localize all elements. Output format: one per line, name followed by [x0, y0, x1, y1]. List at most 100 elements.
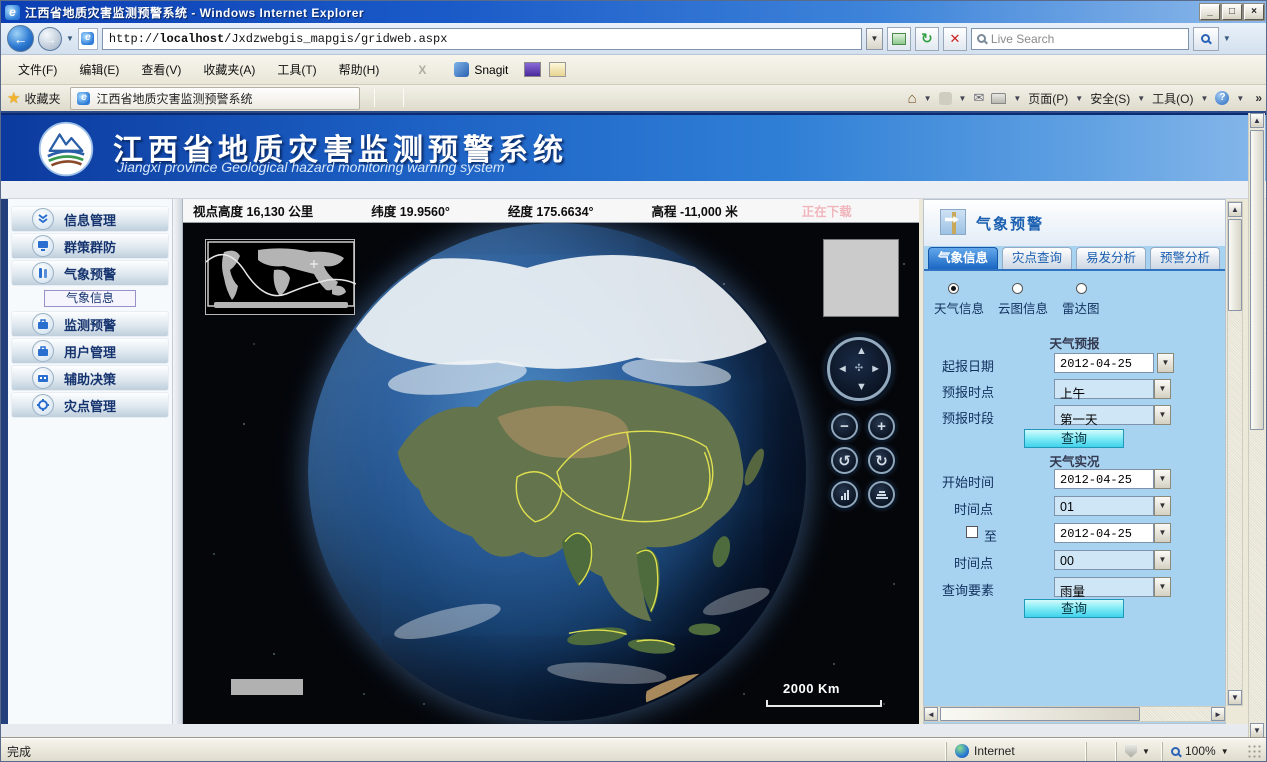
menu-tools[interactable]: 工具(T)	[266, 57, 327, 82]
forecast-period-select[interactable]: 第一天▼	[1054, 405, 1171, 425]
sidebar-item-monitor-warning[interactable]: 监测预警	[11, 311, 169, 337]
forecast-period-label: 预报时段	[942, 408, 994, 427]
sidebar: 信息管理 群策群防 气象预警 气象信息 监测预警 用户管理 辅助决策 灾点管理	[8, 199, 173, 724]
zoom-control[interactable]: 100% ▼	[1162, 742, 1244, 761]
help-icon[interactable]: ?	[1215, 91, 1229, 105]
maximize-button[interactable]: □	[1222, 4, 1242, 20]
panel-vertical-scrollbar[interactable]: ▲ ▼	[1227, 201, 1243, 706]
print-icon[interactable]	[991, 93, 1006, 104]
sidebar-item-weather-warning[interactable]: 气象预警	[11, 260, 169, 286]
mail-icon[interactable]: ✉	[973, 90, 984, 106]
pan-control[interactable]: ▲ ▼ ◄ ► ✣	[827, 337, 891, 401]
protection-button[interactable]: ▼	[1116, 742, 1162, 761]
snagit-profile-icon[interactable]	[549, 62, 566, 77]
sidebar-item-decision-support[interactable]: 辅助决策	[11, 365, 169, 391]
radio-icon[interactable]	[1012, 283, 1023, 294]
stop-button[interactable]: ✕	[943, 27, 967, 51]
radio-radar-map[interactable]: 雷达图	[1062, 283, 1100, 317]
globe-map-view[interactable]: ▲ ▼ ◄ ► ✣ − + ↺ ↻ 2000 Km	[183, 223, 919, 724]
close-button[interactable]: ×	[1244, 4, 1264, 20]
earth-globe[interactable]	[308, 223, 806, 721]
zone-label: Internet	[974, 744, 1015, 758]
latitude-label: 纬度	[371, 205, 396, 219]
search-options-dropdown-icon[interactable]: ▼	[1223, 34, 1231, 43]
zoom-out-button[interactable]: −	[831, 413, 858, 440]
favorites-star-icon[interactable]: ★	[7, 89, 20, 107]
rotate-ccw-button[interactable]: ↺	[831, 447, 858, 474]
longitude-value: 175.6634°	[536, 205, 593, 219]
forecast-date-select[interactable]: 2012-04-25▼	[1054, 353, 1174, 373]
compatibility-button[interactable]	[887, 27, 911, 51]
snagit-capture-icon[interactable]	[524, 62, 541, 77]
scrollbar-thumb	[1228, 219, 1242, 311]
radio-cloud-image[interactable]: 云图信息	[998, 283, 1048, 317]
zoom-in-button[interactable]: +	[868, 413, 895, 440]
rotate-cw-button[interactable]: ↻	[868, 447, 895, 474]
pan-left-icon[interactable]: ◄	[837, 364, 848, 374]
viewpoint-label: 视点高度	[193, 205, 243, 219]
sidebar-item-group-prevention[interactable]: 群策群防	[11, 233, 169, 259]
forward-button[interactable]: →	[38, 27, 62, 51]
more-commands-icon[interactable]: »	[1255, 91, 1262, 105]
minimize-button[interactable]: _	[1200, 4, 1220, 20]
search-input[interactable]: Live Search	[971, 28, 1189, 50]
pan-up-icon[interactable]: ▲	[856, 346, 867, 356]
actual-start-select[interactable]: 2012-04-25▼	[1054, 469, 1171, 489]
feed-icon[interactable]	[939, 92, 952, 105]
menu-edit[interactable]: 编辑(E)	[68, 57, 130, 82]
history-dropdown-icon[interactable]: ▼	[66, 34, 74, 43]
tab-susceptibility-analysis[interactable]: 易发分析	[1076, 247, 1146, 269]
radio-icon[interactable]	[1076, 283, 1087, 294]
sidebar-item-disaster-points[interactable]: 灾点管理	[11, 392, 169, 418]
browser-window: e 江西省地质灾害监测预警系统 - Windows Internet Explo…	[0, 0, 1267, 762]
refresh-button[interactable]: ↻	[915, 27, 939, 51]
page-menu-button[interactable]: 页面(P)	[1028, 90, 1068, 107]
actual-section-title: 天气实况	[924, 451, 1225, 470]
scroll-down-icon: ▼	[1228, 690, 1242, 705]
forecast-time-select[interactable]: 上午▼	[1054, 379, 1171, 399]
pan-down-icon[interactable]: ▼	[856, 382, 867, 392]
sidebar-item-info-management[interactable]: 信息管理	[11, 206, 169, 232]
back-button[interactable]: ←	[7, 25, 34, 52]
panel-horizontal-scrollbar[interactable]: ◄ ►	[923, 706, 1226, 722]
page-tab[interactable]: e 江西省地质灾害监测预警系统	[70, 87, 360, 110]
elevation-value: -11,000 米	[680, 205, 738, 219]
forecast-query-button[interactable]: 查询	[1024, 429, 1124, 448]
actual-end-select[interactable]: 2012-04-25▼	[1054, 523, 1171, 543]
safety-menu-button[interactable]: 安全(S)	[1090, 90, 1130, 107]
sidebar-item-user-management[interactable]: 用户管理	[11, 338, 169, 364]
query-element-select[interactable]: 雨量▼	[1054, 577, 1171, 597]
scroll-up-icon: ▲	[1250, 113, 1264, 128]
tilt-down-button[interactable]	[868, 481, 895, 508]
tilt-up-button[interactable]	[831, 481, 858, 508]
url-dropdown-button[interactable]: ▼	[866, 28, 883, 50]
to-checkbox[interactable]	[966, 526, 978, 538]
snagit-button[interactable]: Snagit	[448, 60, 514, 79]
radio-icon[interactable]	[948, 283, 959, 294]
page-vertical-scrollbar[interactable]: ▲ ▼	[1248, 113, 1265, 738]
overview-map[interactable]	[205, 239, 355, 315]
menu-favorites[interactable]: 收藏夹(A)	[192, 57, 266, 82]
resize-grip[interactable]	[1248, 743, 1262, 759]
actual-hour2-select[interactable]: 00▼	[1054, 550, 1171, 570]
home-icon[interactable]: ⌂	[908, 90, 917, 107]
favorites-label[interactable]: 收藏夹	[24, 90, 60, 107]
pan-right-icon[interactable]: ►	[870, 364, 881, 374]
forecast-date-row: 起报日期 2012-04-25▼	[924, 353, 1225, 373]
dropdown-arrow-icon: ▼	[1154, 405, 1171, 425]
actual-hour1-select[interactable]: 01▼	[1054, 496, 1171, 516]
search-go-button[interactable]	[1193, 27, 1219, 51]
radio-weather-info[interactable]: 天气信息	[934, 283, 984, 317]
menu-view[interactable]: 查看(V)	[130, 57, 192, 82]
menu-file[interactable]: 文件(F)	[7, 57, 68, 82]
actual-query-button[interactable]: 查询	[1024, 599, 1124, 618]
splitter-handle[interactable]	[173, 199, 183, 724]
url-field[interactable]: http://localhost/Jxdzwebgis_mapgis/gridw…	[102, 28, 862, 50]
tab-weather-info[interactable]: 气象信息	[928, 247, 998, 269]
sidebar-subitem-weather-info[interactable]: 气象信息	[44, 290, 136, 307]
toolbar-close-icon[interactable]: X	[418, 63, 426, 77]
tab-warning-analysis[interactable]: 预警分析	[1150, 247, 1220, 269]
tools-menu-button[interactable]: 工具(O)	[1152, 90, 1193, 107]
menu-help[interactable]: 帮助(H)	[328, 57, 391, 82]
tab-disaster-query[interactable]: 灾点查询	[1002, 247, 1072, 269]
